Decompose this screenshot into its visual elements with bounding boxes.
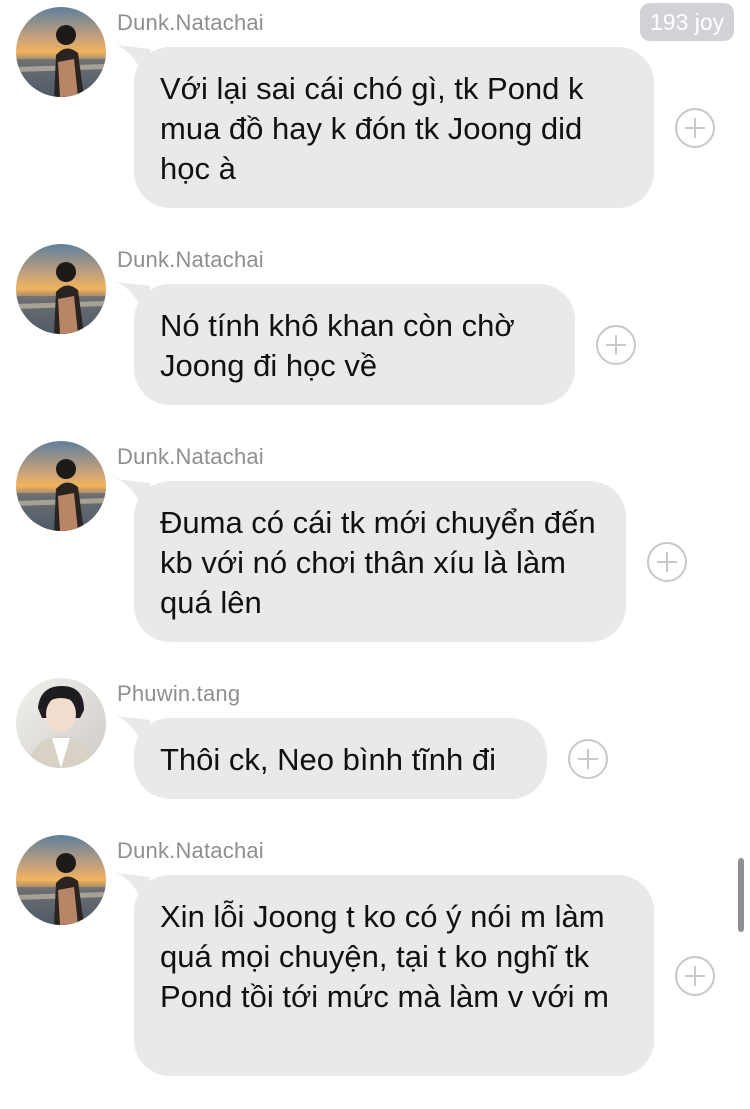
message-text: Với lại sai cái chó gì, tk Pond k mua đồ… xyxy=(160,71,584,186)
message-text: Thôi ck, Neo bình tĩnh đi xyxy=(160,742,497,777)
bubble-tail xyxy=(116,282,150,312)
add-reaction-button[interactable] xyxy=(647,542,687,582)
add-reaction-button[interactable] xyxy=(596,325,636,365)
sender-name: Dunk.Natachai xyxy=(117,10,264,35)
avatar[interactable] xyxy=(16,835,106,925)
message-bubble[interactable]: Xin lỗi Joong t ko có ý nói m làm quá mọ… xyxy=(116,873,654,1076)
message-bubble[interactable]: Nó tính khô khan còn chờ Joong đi học về xyxy=(116,282,575,405)
message-bubble[interactable]: Thôi ck, Neo bình tĩnh đi xyxy=(116,716,547,799)
reaction-count-badge: 193 joy xyxy=(640,3,735,41)
sender-name: Dunk.Natachai xyxy=(117,838,264,863)
avatar[interactable] xyxy=(16,441,106,531)
sender-name: Dunk.Natachai xyxy=(117,247,264,272)
avatar[interactable] xyxy=(16,678,106,768)
scrollbar[interactable] xyxy=(738,858,744,932)
bubble-tail xyxy=(116,873,150,903)
message-bubble[interactable]: Với lại sai cái chó gì, tk Pond k mua đồ… xyxy=(116,45,654,208)
avatar[interactable] xyxy=(16,7,106,97)
bubble-tail xyxy=(116,716,150,746)
avatar[interactable] xyxy=(16,244,106,334)
sender-name: Dunk.Natachai xyxy=(117,444,264,469)
message-text: Đuma có cái tk mới chuyển đến kb với nó … xyxy=(160,505,596,620)
bubble-tail xyxy=(116,45,150,75)
add-reaction-button[interactable] xyxy=(568,739,608,779)
add-reaction-button[interactable] xyxy=(675,956,715,996)
sender-name: Phuwin.tang xyxy=(117,681,241,706)
bubble-tail xyxy=(116,479,150,509)
message-text: Nó tính khô khan còn chờ Joong đi học về xyxy=(160,308,515,383)
message-bubble[interactable]: Đuma có cái tk mới chuyển đến kb với nó … xyxy=(116,479,626,642)
add-reaction-button[interactable] xyxy=(675,108,715,148)
message-text: Xin lỗi Joong t ko có ý nói m làm quá mọ… xyxy=(160,899,610,1014)
